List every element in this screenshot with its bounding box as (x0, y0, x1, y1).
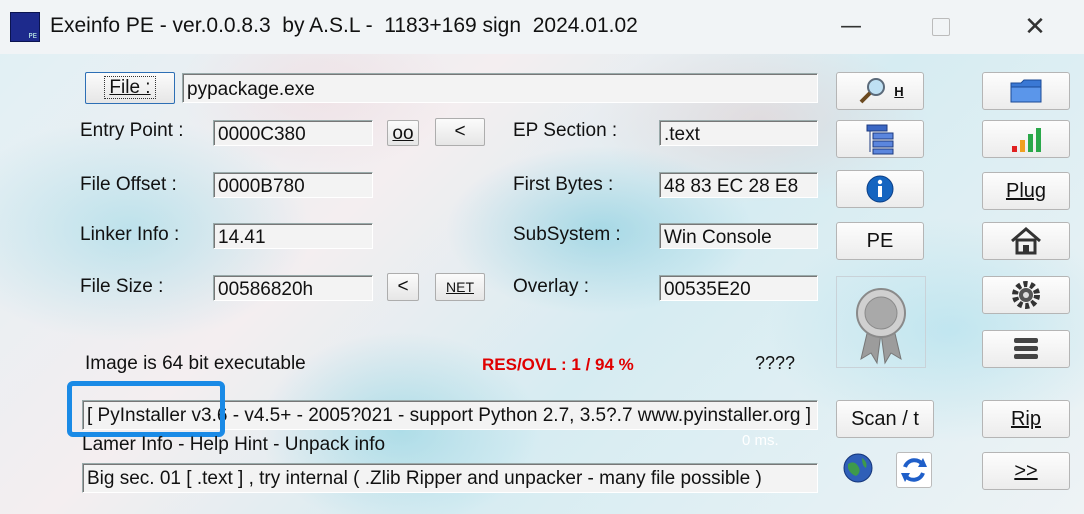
minimize-icon[interactable]: — (826, 8, 876, 46)
file-button-label: File : (104, 76, 156, 99)
hint-field[interactable]: Big sec. 01 [ .text ] , try internal ( .… (82, 463, 818, 493)
next-button[interactable]: >> (982, 452, 1070, 490)
file-offset-label: File Offset : (80, 174, 177, 195)
app-icon: PE (10, 12, 40, 42)
globe-icon[interactable] (842, 452, 874, 484)
subsystem-field[interactable]: Win Console (659, 223, 818, 249)
home-button[interactable] (982, 222, 1070, 260)
scan-button[interactable]: Scan / t (836, 400, 934, 438)
overlay-label: Overlay : (513, 276, 590, 297)
first-bytes-label: First Bytes : (513, 174, 614, 195)
refresh-icon[interactable] (896, 452, 932, 488)
rip-button[interactable]: Rip (982, 400, 1070, 438)
pe-button[interactable]: PE (836, 222, 924, 260)
file-offset-field[interactable]: 0000B780 (213, 172, 373, 198)
exeinfo-window: PE Exeinfo PE - ver.0.0.8.3 by A.S.L - 1… (0, 0, 1084, 514)
title-bar: PE Exeinfo PE - ver.0.0.8.3 by A.S.L - 1… (0, 0, 1084, 54)
gear-icon (1012, 281, 1040, 309)
linker-info-label: Linker Info : (80, 224, 180, 245)
unknown-marker: ???? (755, 353, 796, 373)
time-text: 0 ms. (742, 432, 779, 449)
file-size-field[interactable]: 00586820h (213, 275, 373, 301)
image-info-text: Image is 64 bit executable (85, 353, 306, 374)
close-icon[interactable]: ✕ (1010, 8, 1060, 46)
entry-point-label: Entry Point : (80, 120, 184, 141)
section-tree-button[interactable] (836, 120, 924, 158)
file-path-field[interactable]: pypackage.exe (182, 73, 818, 103)
first-bytes-field[interactable]: 48 83 EC 28 E8 (659, 172, 818, 198)
tree-icon (866, 124, 894, 155)
maximize-icon[interactable] (916, 8, 966, 46)
folder-icon (1010, 79, 1042, 103)
info-button[interactable] (836, 170, 924, 208)
settings-button[interactable] (982, 276, 1070, 314)
detection-highlight (67, 381, 225, 437)
oo-button[interactable]: oo (387, 120, 419, 146)
file-size-label: File Size : (80, 276, 164, 297)
magnifier-icon (859, 78, 886, 104)
res-ovl-text: RES/OVL : 1 / 94 % (482, 355, 634, 374)
lamer-info-text[interactable]: Lamer Info - Help Hint - Unpack info (82, 434, 385, 456)
file-button[interactable]: File : (85, 72, 175, 104)
signal-bars-icon (1012, 128, 1041, 152)
info-icon (866, 175, 894, 203)
net-button[interactable]: NET (435, 273, 485, 301)
linker-info-field[interactable]: 14.41 (213, 223, 373, 249)
overlay-field[interactable]: 00535E20 (659, 275, 818, 301)
open-folder-button[interactable] (982, 72, 1070, 110)
window-title: Exeinfo PE - ver.0.0.8.3 by A.S.L - 1183… (50, 14, 638, 37)
menu-icon (1014, 338, 1038, 359)
search-h-label: H (894, 83, 904, 99)
file-size-back-button[interactable]: < (387, 273, 419, 301)
search-button[interactable]: H (836, 72, 924, 110)
subsystem-label: SubSystem : (513, 224, 621, 245)
menu-button[interactable] (982, 330, 1070, 368)
ep-section-field[interactable]: .text (659, 120, 818, 146)
ep-section-label: EP Section : (513, 120, 618, 141)
stats-button[interactable] (982, 120, 1070, 158)
badge-panel (836, 276, 926, 368)
entry-point-back-button[interactable]: < (435, 118, 485, 146)
plug-button[interactable]: Plug (982, 172, 1070, 210)
award-ribbon-icon (856, 288, 906, 365)
entry-point-field[interactable]: 0000C380 (213, 120, 373, 146)
home-icon (1011, 227, 1041, 255)
